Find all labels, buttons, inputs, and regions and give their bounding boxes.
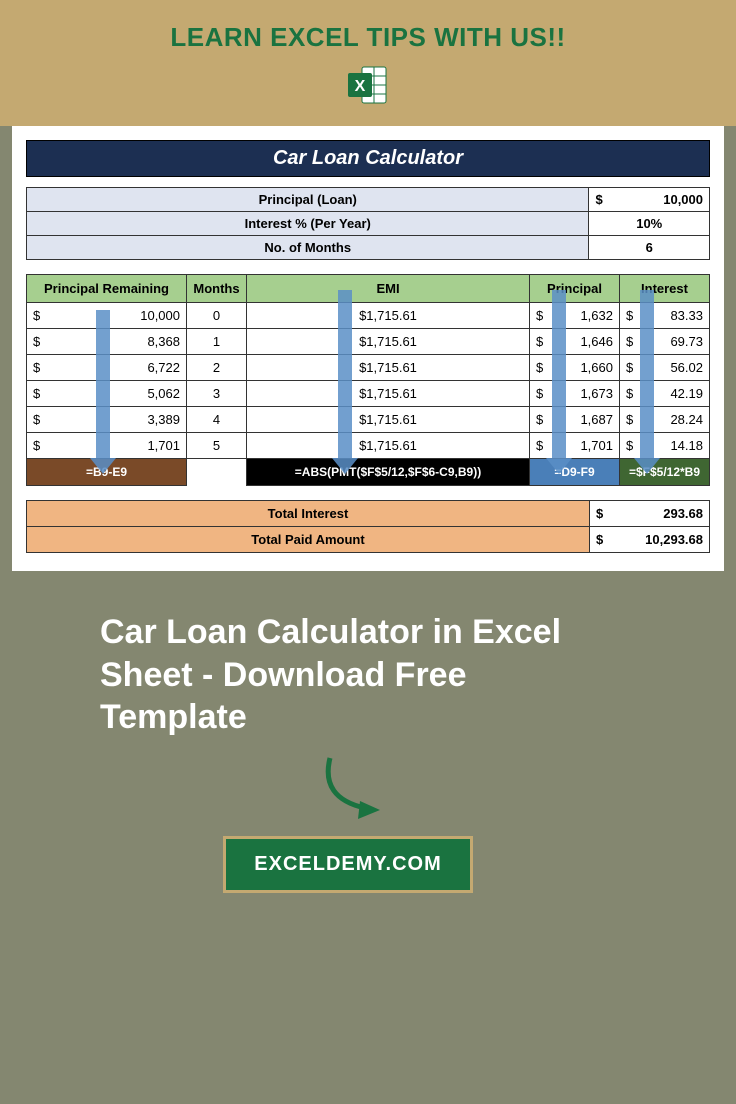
cell-principal-remaining: $5,062 [27,381,187,407]
svg-text:X: X [355,78,366,95]
cell-principal: $1,701 [530,433,620,459]
article-section: Car Loan Calculator in Excel Sheet - Dow… [0,571,736,893]
cell-emi: $1,715.61 [247,407,530,433]
cell-principal-remaining: $10,000 [27,303,187,329]
cell-month: 2 [187,355,247,381]
cell-month: 5 [187,433,247,459]
table-row: $6,7222$1,715.61$1,660$56.02 [27,355,710,381]
spreadsheet-card: Car Loan Calculator Principal (Loan) $10… [12,126,724,571]
table-row: $1,7015$1,715.61$1,701$14.18 [27,433,710,459]
input-value: 10% [589,212,710,236]
formula-principal-remaining: =B9-E9 [27,459,187,486]
input-value: $10,000 [589,188,710,212]
col-principal: Principal [530,275,620,303]
banner-title: LEARN EXCEL TIPS WITH US!! [0,22,736,53]
total-value: $10,293.68 [590,527,710,553]
cell-interest: $69.73 [620,329,710,355]
col-emi: EMI [247,275,530,303]
table-row: $8,3681$1,715.61$1,646$69.73 [27,329,710,355]
cell-principal-remaining: $6,722 [27,355,187,381]
cell-emi: $1,715.61 [247,355,530,381]
cell-principal: $1,646 [530,329,620,355]
cell-emi: $1,715.61 [247,329,530,355]
formula-interest: =$F$5/12*B9 [620,459,710,486]
cell-principal: $1,660 [530,355,620,381]
cell-emi: $1,715.61 [247,433,530,459]
sheet-title: Car Loan Calculator [26,140,710,177]
totals-table: Total Interest $293.68 Total Paid Amount… [26,500,710,553]
formula-emi: =ABS(PMT($F$5/12,$F$6-C9,B9)) [247,459,530,486]
cell-month: 3 [187,381,247,407]
top-banner: LEARN EXCEL TIPS WITH US!! X [0,0,736,126]
cell-interest: $83.33 [620,303,710,329]
cell-principal: $1,632 [530,303,620,329]
cell-emi: $1,715.61 [247,381,530,407]
total-label: Total Paid Amount [27,527,590,553]
col-interest: Interest [620,275,710,303]
inputs-table: Principal (Loan) $10,000 Interest % (Per… [26,187,710,260]
cell-principal-remaining: $8,368 [27,329,187,355]
cell-principal: $1,673 [530,381,620,407]
input-label: No. of Months [27,236,589,260]
cell-principal-remaining: $3,389 [27,407,187,433]
cell-interest: $56.02 [620,355,710,381]
total-value: $293.68 [590,501,710,527]
input-label: Interest % (Per Year) [27,212,589,236]
table-row: $5,0623$1,715.61$1,673$42.19 [27,381,710,407]
table-row: $10,0000$1,715.61$1,632$83.33 [27,303,710,329]
amortization-table: Principal Remaining Months EMI Principal… [26,274,710,486]
cell-month: 1 [187,329,247,355]
site-badge[interactable]: EXCELDEMY.COM [223,836,472,893]
input-row: Interest % (Per Year) 10% [27,212,710,236]
input-value: 6 [589,236,710,260]
table-row: $3,3894$1,715.61$1,687$28.24 [27,407,710,433]
formula-empty [187,459,247,486]
col-months: Months [187,275,247,303]
input-row: Principal (Loan) $10,000 [27,188,710,212]
input-row: No. of Months 6 [27,236,710,260]
cell-principal: $1,687 [530,407,620,433]
article-title: Car Loan Calculator in Excel Sheet - Dow… [100,611,596,739]
excel-icon: X [346,63,390,112]
cell-interest: $42.19 [620,381,710,407]
formula-principal: =D9-F9 [530,459,620,486]
table-header-row: Principal Remaining Months EMI Principal… [27,275,710,303]
col-principal-remaining: Principal Remaining [27,275,187,303]
total-row: Total Interest $293.68 [27,501,710,527]
total-label: Total Interest [27,501,590,527]
cell-month: 0 [187,303,247,329]
cell-emi: $1,715.61 [247,303,530,329]
formula-row: =B9-E9 =ABS(PMT($F$5/12,$F$6-C9,B9)) =D9… [27,459,710,486]
cell-principal-remaining: $1,701 [27,433,187,459]
arrow-swoosh-icon [310,753,410,823]
cell-interest: $14.18 [620,433,710,459]
cell-month: 4 [187,407,247,433]
cell-interest: $28.24 [620,407,710,433]
total-row: Total Paid Amount $10,293.68 [27,527,710,553]
input-label: Principal (Loan) [27,188,589,212]
